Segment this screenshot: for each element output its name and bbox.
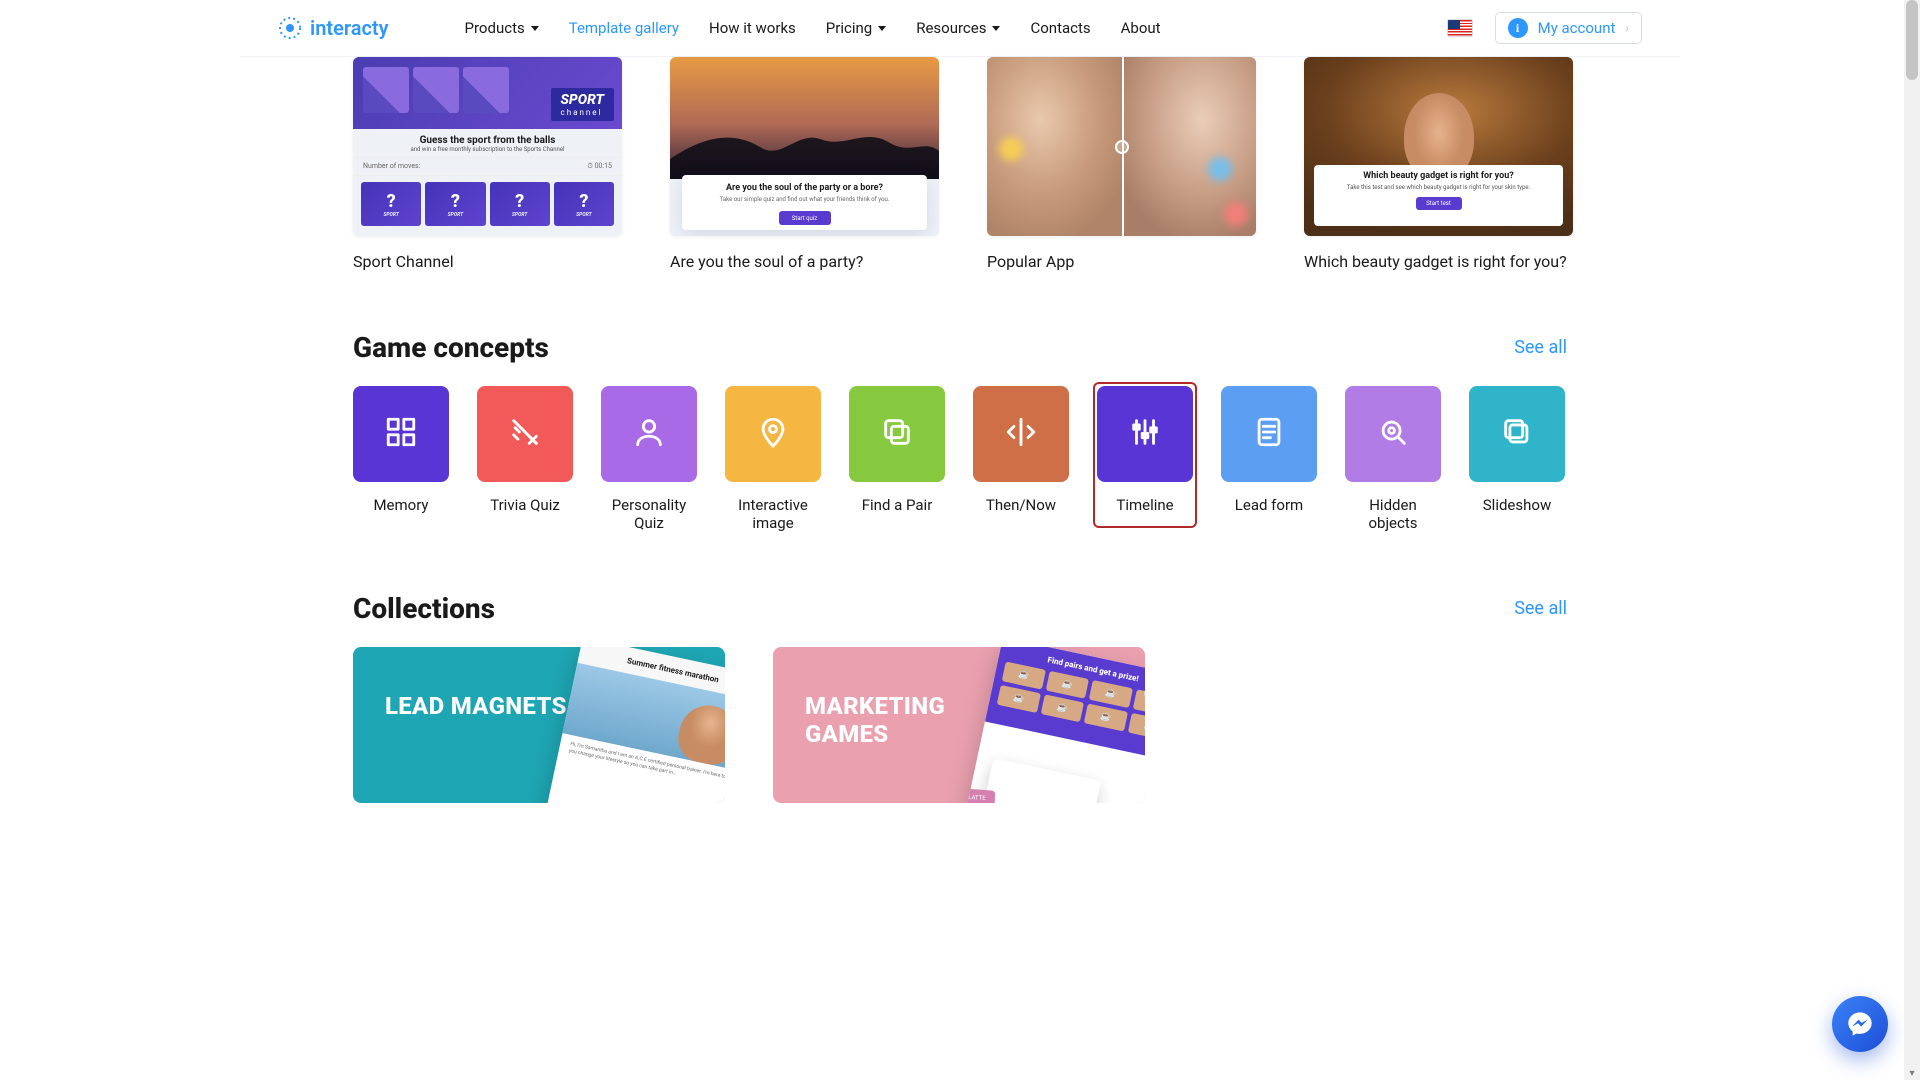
magnify-icon bbox=[1376, 415, 1410, 453]
scrollbar-down-icon[interactable]: ▾ bbox=[1907, 1068, 1917, 1078]
brand-logo[interactable]: interacty bbox=[278, 16, 389, 40]
collection-artwork: Summer fitness marathon Hi, I'm Samantha… bbox=[543, 647, 725, 803]
see-all-link[interactable]: See all bbox=[1514, 337, 1567, 358]
concept-label: Interactive image bbox=[725, 496, 821, 532]
section-title: Collections bbox=[353, 592, 495, 625]
game-concept-interactive-image[interactable]: Interactive image bbox=[725, 386, 821, 532]
collection-marketing-games[interactable]: MARKETING GAMES Find pairs and get a pri… bbox=[773, 647, 1145, 803]
concept-tile bbox=[725, 386, 821, 482]
game-concept-find-a-pair[interactable]: Find a Pair bbox=[849, 386, 945, 514]
template-thumbnail: Are you the soul of the party or a bore?… bbox=[670, 57, 939, 236]
template-title: Popular App bbox=[987, 252, 1256, 271]
collection-title: MARKETING GAMES bbox=[805, 693, 995, 748]
concept-tile bbox=[1221, 386, 1317, 482]
caret-down-icon bbox=[878, 26, 886, 31]
game-concept-trivia-quiz[interactable]: Trivia Quiz bbox=[477, 386, 573, 514]
messenger-fab[interactable] bbox=[1832, 996, 1888, 1052]
caret-down-icon bbox=[992, 26, 1000, 31]
section-title: Game concepts bbox=[353, 331, 549, 364]
template-title: Which beauty gadget is right for you? bbox=[1304, 252, 1573, 271]
template-title: Are you the soul of a party? bbox=[670, 252, 939, 271]
concept-label: Find a Pair bbox=[849, 496, 945, 514]
nav-resources[interactable]: Resources bbox=[916, 19, 1000, 37]
form-icon bbox=[1252, 415, 1286, 453]
concept-label: Lead form bbox=[1221, 496, 1317, 514]
concept-tile bbox=[973, 386, 1069, 482]
account-label: My account bbox=[1538, 19, 1616, 37]
concept-tile bbox=[1097, 386, 1193, 482]
pin-icon bbox=[756, 415, 790, 453]
person-icon bbox=[632, 415, 666, 453]
concept-tile bbox=[849, 386, 945, 482]
nav-products[interactable]: Products bbox=[465, 19, 539, 37]
nav-how-it-works[interactable]: How it works bbox=[709, 19, 796, 37]
collection-title: LEAD MAGNETS bbox=[385, 693, 567, 721]
game-concept-personality-quiz[interactable]: Personality Quiz bbox=[601, 386, 697, 532]
nav-pricing[interactable]: Pricing bbox=[826, 19, 886, 37]
concept-label: Hidden objects bbox=[1345, 496, 1441, 532]
concept-label: Personality Quiz bbox=[601, 496, 697, 532]
caret-down-icon bbox=[531, 26, 539, 31]
my-account-button[interactable]: i My account › bbox=[1495, 12, 1642, 44]
split-icon bbox=[1004, 415, 1038, 453]
template-title: Sport Channel bbox=[353, 252, 622, 271]
concept-tile bbox=[353, 386, 449, 482]
stack-icon bbox=[1500, 415, 1534, 453]
sliders-icon bbox=[1128, 415, 1162, 453]
header-right: i My account › bbox=[1447, 12, 1642, 44]
template-card-beauty-gadget[interactable]: Which beauty gadget is right for you? Ta… bbox=[1304, 57, 1573, 271]
brand-mark-icon bbox=[278, 16, 302, 40]
check-cross-icon bbox=[508, 415, 542, 453]
template-thumbnail: SPORTchannel Guess the sport from the ba… bbox=[353, 57, 622, 236]
template-card-sport-channel[interactable]: SPORTchannel Guess the sport from the ba… bbox=[353, 57, 622, 271]
concept-label: Timeline bbox=[1097, 496, 1193, 514]
collections-row: LEAD MAGNETS Summer fitness marathon Hi,… bbox=[353, 647, 1567, 803]
account-badge-icon: i bbox=[1508, 18, 1528, 38]
nav-template-gallery[interactable]: Template gallery bbox=[569, 19, 679, 37]
concept-label: Trivia Quiz bbox=[477, 496, 573, 514]
nav-about[interactable]: About bbox=[1121, 19, 1161, 37]
chevron-right-icon: › bbox=[1625, 21, 1629, 35]
collection-lead-magnets[interactable]: LEAD MAGNETS Summer fitness marathon Hi,… bbox=[353, 647, 725, 803]
concept-tile bbox=[477, 386, 573, 482]
grid-icon bbox=[384, 415, 418, 453]
collections-header: Collections See all bbox=[353, 592, 1567, 625]
concept-label: Slideshow bbox=[1469, 496, 1565, 514]
template-thumbnail: Which beauty gadget is right for you? Ta… bbox=[1304, 57, 1573, 236]
template-thumbnail bbox=[987, 57, 1256, 236]
game-concept-memory[interactable]: Memory bbox=[353, 386, 449, 514]
game-concept-then-now[interactable]: Then/Now bbox=[973, 386, 1069, 514]
scrollbar-thumb[interactable] bbox=[1906, 0, 1918, 80]
game-concept-hidden-objects[interactable]: Hidden objects bbox=[1345, 386, 1441, 532]
game-concept-lead-form[interactable]: Lead form bbox=[1221, 386, 1317, 514]
game-concepts-header: Game concepts See all bbox=[353, 331, 1567, 364]
template-card-popular-app[interactable]: Popular App bbox=[987, 57, 1256, 271]
primary-nav: Products Template gallery How it works P… bbox=[465, 19, 1161, 37]
template-card-party-soul[interactable]: Are you the soul of the party or a bore?… bbox=[670, 57, 939, 271]
collection-artwork: Find pairs and get a prize! ☕☕☕☕ ☕☕☕☕ LA… bbox=[963, 647, 1145, 803]
messenger-icon bbox=[1846, 1010, 1874, 1038]
game-concept-slideshow[interactable]: Slideshow bbox=[1469, 386, 1565, 514]
nav-contacts[interactable]: Contacts bbox=[1030, 19, 1090, 37]
copy-icon bbox=[880, 415, 914, 453]
concept-label: Memory bbox=[353, 496, 449, 514]
top-nav: interacty Products Template gallery How … bbox=[240, 0, 1680, 57]
template-cards-row: SPORTchannel Guess the sport from the ba… bbox=[353, 57, 1567, 271]
game-concept-timeline[interactable]: Timeline bbox=[1097, 386, 1193, 524]
see-all-link[interactable]: See all bbox=[1514, 598, 1567, 619]
game-concepts-grid: Memory Trivia Quiz Personality Quiz Interac… bbox=[353, 386, 1567, 532]
locale-flag-us[interactable] bbox=[1447, 19, 1473, 37]
concept-tile bbox=[1469, 386, 1565, 482]
concept-tile bbox=[1345, 386, 1441, 482]
concept-label: Then/Now bbox=[973, 496, 1069, 514]
brand-text: interacty bbox=[310, 16, 389, 40]
concept-tile bbox=[601, 386, 697, 482]
page-scrollbar[interactable]: ▴ ▾ bbox=[1904, 0, 1920, 1080]
